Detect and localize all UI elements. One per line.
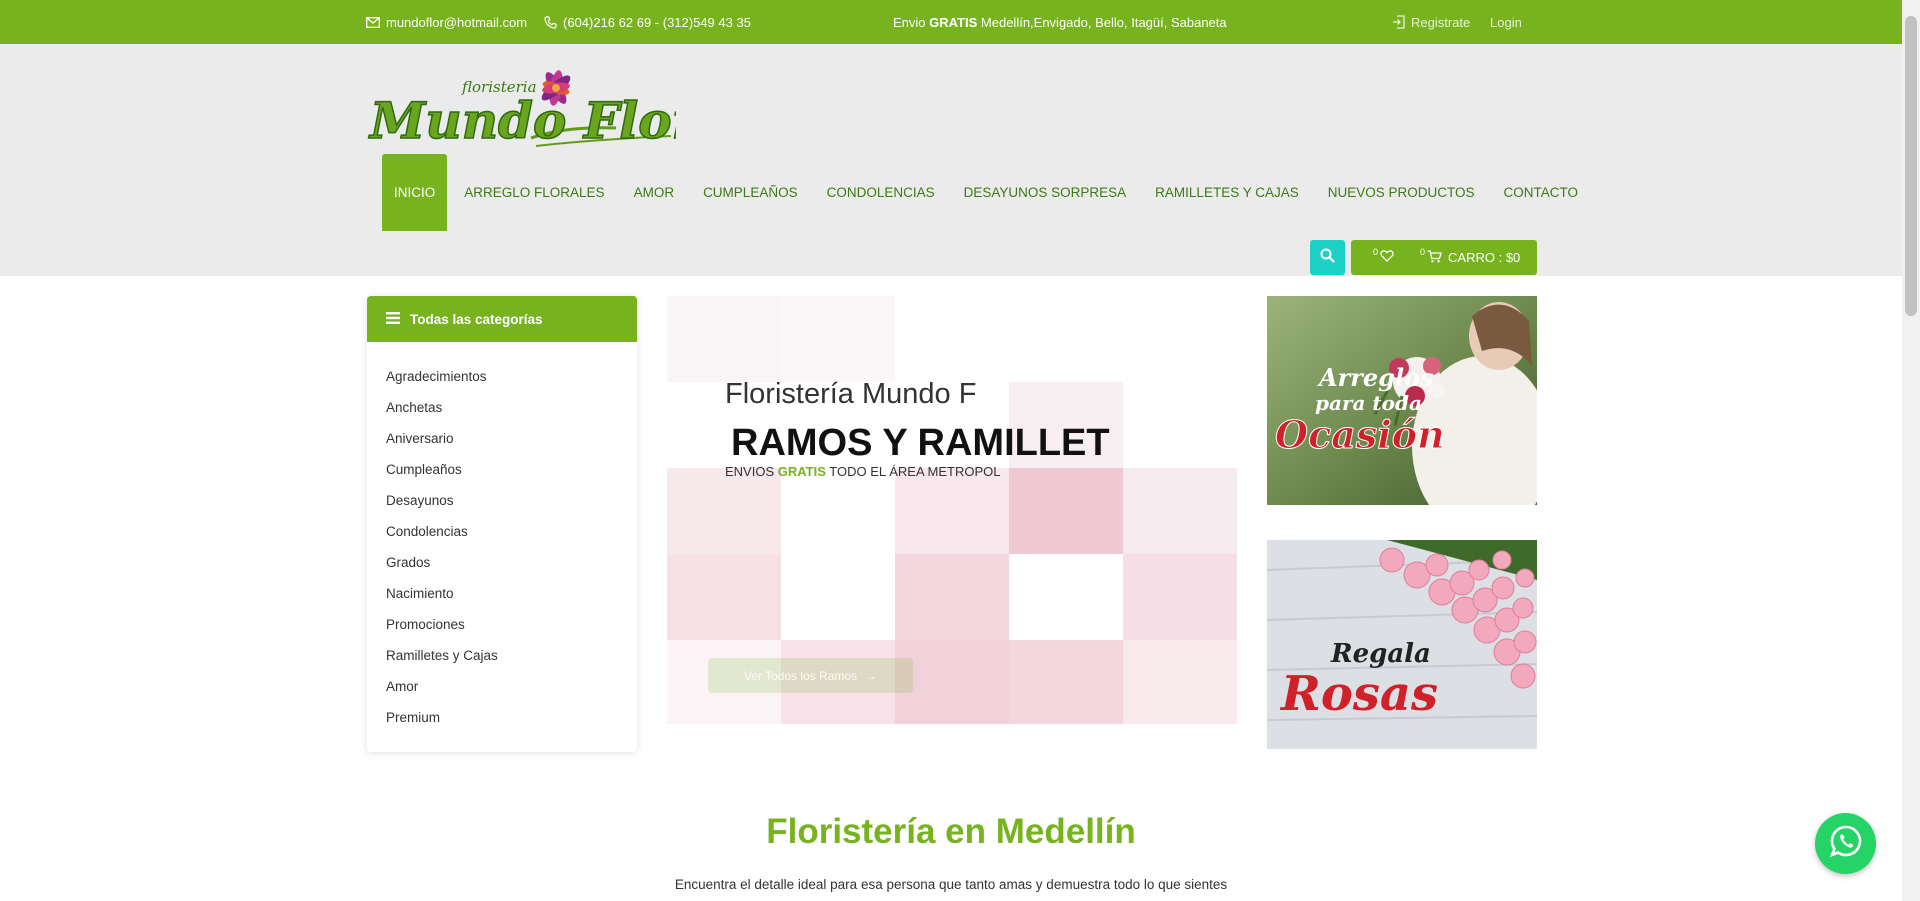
view-bouquets-label: Ver Todos los Ramos — [743, 668, 858, 683]
nav-item-amor[interactable]: AMOR — [622, 154, 687, 231]
cart-icon — [1427, 249, 1442, 266]
login-link[interactable]: Login — [1490, 0, 1522, 44]
wishlist-count: 0 — [1373, 246, 1379, 257]
email-text: mundoflor@hotmail.com — [386, 14, 528, 30]
envelope-icon — [366, 16, 380, 28]
category-grados[interactable]: Grados — [367, 547, 637, 578]
login-label: Login — [1490, 14, 1522, 30]
nav-item-ramilletes-y-cajas[interactable]: RAMILLETES Y CAJAS — [1143, 154, 1311, 231]
section-title: Floristería en Medellín — [766, 812, 1136, 851]
nav-item-cumpleanos[interactable]: CUMPLEAÑOS — [691, 154, 810, 231]
shipping-notice: Envio GRATIS Medellín,Envigado, Bello, I… — [893, 0, 1227, 44]
nav-item-arreglo-florales[interactable]: ARREGLO FLORALES — [452, 154, 616, 231]
section-subtitle: Encuentra el detalle ideal para esa pers… — [674, 877, 1228, 892]
cart-count: 0 — [1420, 246, 1426, 257]
search-icon — [1320, 248, 1335, 268]
shipping-prefix: Envio — [893, 14, 930, 30]
slider-tile — [1123, 640, 1237, 724]
hero-slider[interactable]: Floristería Mundo F RAMOS Y RAMILLET ENV… — [667, 296, 1237, 724]
category-anchetas[interactable]: Anchetas — [367, 392, 637, 423]
slider-title: Floristería Mundo F — [725, 378, 977, 410]
svg-text:Ocasión: Ocasión — [1275, 412, 1445, 457]
heart-icon[interactable] — [1380, 250, 1394, 265]
slider-tile — [895, 468, 1009, 554]
slider-tagline: ENVIOS GRATIS TODO EL ÁREA METROPOL — [725, 464, 1001, 479]
slider-tile — [1009, 640, 1123, 724]
shipping-cities: Medellín,Envigado, Bello, Itagüí, Sabane… — [977, 14, 1227, 30]
cart-label: CARRO : $0 — [1448, 250, 1521, 265]
category-premium[interactable]: Premium — [367, 702, 637, 733]
login-icon — [1392, 15, 1405, 29]
cart-button[interactable]: 0 0 CARRO : $0 — [1351, 240, 1537, 275]
slider-tile — [1123, 468, 1237, 554]
banner-regala-rosas[interactable]: Regala Rosas — [1267, 540, 1537, 749]
category-desayunos[interactable]: Desayunos — [367, 485, 637, 516]
register-link[interactable]: Registrate — [1392, 0, 1470, 44]
slider-tile — [781, 296, 895, 382]
svg-text:Arreglos: Arreglos — [1317, 363, 1434, 392]
phone-icon — [544, 15, 557, 29]
slider-tile — [895, 554, 1009, 640]
category-header[interactable]: Todas las categorías — [367, 296, 637, 342]
phone-text: (604)216 62 69 - (312)549 43 35 — [563, 14, 751, 30]
slider-tile — [667, 554, 781, 640]
banner-arreglos-ocasion[interactable]: Arreglos para toda Ocasión — [1267, 296, 1537, 505]
category-condolencias[interactable]: Condolencias — [367, 516, 637, 547]
main-nav: INICIO ARREGLO FLORALES AMOR CUMPLEAÑOS … — [382, 154, 1595, 231]
arrow-right-icon: → — [865, 668, 878, 683]
slider-subtitle: RAMOS Y RAMILLET — [731, 422, 1110, 464]
scrollbar-thumb[interactable] — [1905, 16, 1917, 316]
page-scrollbar[interactable] — [1902, 0, 1920, 901]
category-aniversario[interactable]: Aniversario — [367, 423, 637, 454]
nav-item-inicio[interactable]: INICIO — [382, 154, 448, 231]
menu-icon — [386, 311, 400, 327]
slider-tile — [667, 468, 781, 554]
svg-text:Mundo Flor: Mundo Flor — [368, 91, 676, 150]
whatsapp-icon — [1829, 824, 1863, 863]
category-amor[interactable]: Amor — [367, 671, 637, 702]
nav-item-condolencias[interactable]: CONDOLENCIAS — [815, 154, 947, 231]
svg-text:Regala: Regala — [1330, 639, 1431, 669]
category-agradecimientos[interactable]: Agradecimientos — [367, 361, 637, 392]
category-promociones[interactable]: Promociones — [367, 609, 637, 640]
category-title: Todas las categorías — [410, 311, 543, 327]
site-logo[interactable]: floristeria Mundo Flor — [366, 66, 702, 156]
slider-tile — [1123, 554, 1237, 640]
slider-tile — [667, 296, 781, 382]
contact-phone[interactable]: (604)216 62 69 - (312)549 43 35 — [544, 0, 751, 44]
nav-item-contacto[interactable]: CONTACTO — [1492, 154, 1591, 231]
nav-item-desayunos-sorpresa[interactable]: DESAYUNOS SORPRESA — [952, 154, 1139, 231]
category-nacimiento[interactable]: Nacimiento — [367, 578, 637, 609]
category-ramilletes-y-cajas[interactable]: Ramilletes y Cajas — [367, 640, 637, 671]
category-sidebar: Todas las categorías Agradecimientos Anc… — [367, 296, 637, 752]
svg-text:Rosas: Rosas — [1279, 666, 1438, 722]
slider-tile — [1009, 468, 1123, 554]
contact-email[interactable]: mundoflor@hotmail.com — [366, 0, 527, 44]
category-list: Agradecimientos Anchetas Aniversario Cum… — [367, 342, 637, 733]
whatsapp-button[interactable] — [1815, 813, 1876, 874]
top-bar: mundoflor@hotmail.com (604)216 62 69 - (… — [0, 0, 1902, 44]
nav-item-nuevos-productos[interactable]: NUEVOS PRODUCTOS — [1316, 154, 1487, 231]
category-cumpleanos[interactable]: Cumpleaños — [367, 454, 637, 485]
search-button[interactable] — [1310, 240, 1345, 275]
shipping-free: GRATIS — [929, 14, 978, 30]
view-bouquets-button[interactable]: Ver Todos los Ramos → — [708, 658, 913, 693]
register-label: Registrate — [1411, 14, 1471, 30]
